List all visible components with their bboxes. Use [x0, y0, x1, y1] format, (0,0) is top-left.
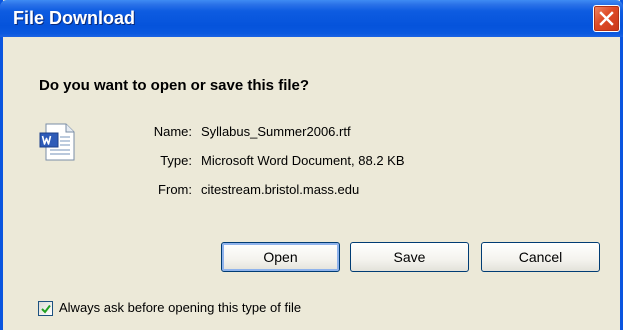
title-bar[interactable]: File Download	[0, 0, 623, 37]
close-icon	[599, 11, 614, 26]
file-source-value: citestream.bristol.mass.edu	[201, 182, 360, 197]
checkmark-icon	[41, 304, 51, 314]
word-document-icon	[38, 122, 78, 167]
file-name-value: Syllabus_Summer2006.rtf	[201, 124, 351, 139]
file-info-labels: Name: Type: From:	[137, 124, 192, 211]
name-label: Name:	[153, 124, 192, 139]
file-download-dialog: File Download Do you want to open or sav…	[0, 0, 623, 330]
always-ask-label[interactable]: Always ask before opening this type of f…	[59, 300, 301, 315]
type-label: Type:	[160, 153, 192, 168]
file-info-values: Syllabus_Summer2006.rtf Microsoft Word D…	[201, 124, 405, 211]
download-question: Do you want to open or save this file?	[39, 77, 310, 94]
open-button[interactable]: Open	[221, 242, 340, 272]
always-ask-checkbox[interactable]	[38, 301, 53, 316]
file-type-value: Microsoft Word Document, 88.2 KB	[201, 153, 405, 168]
close-button[interactable]	[593, 5, 620, 32]
save-button[interactable]: Save	[350, 242, 469, 272]
window-title: File Download	[13, 8, 136, 28]
cancel-button[interactable]: Cancel	[481, 242, 600, 272]
from-label: From:	[158, 182, 192, 197]
